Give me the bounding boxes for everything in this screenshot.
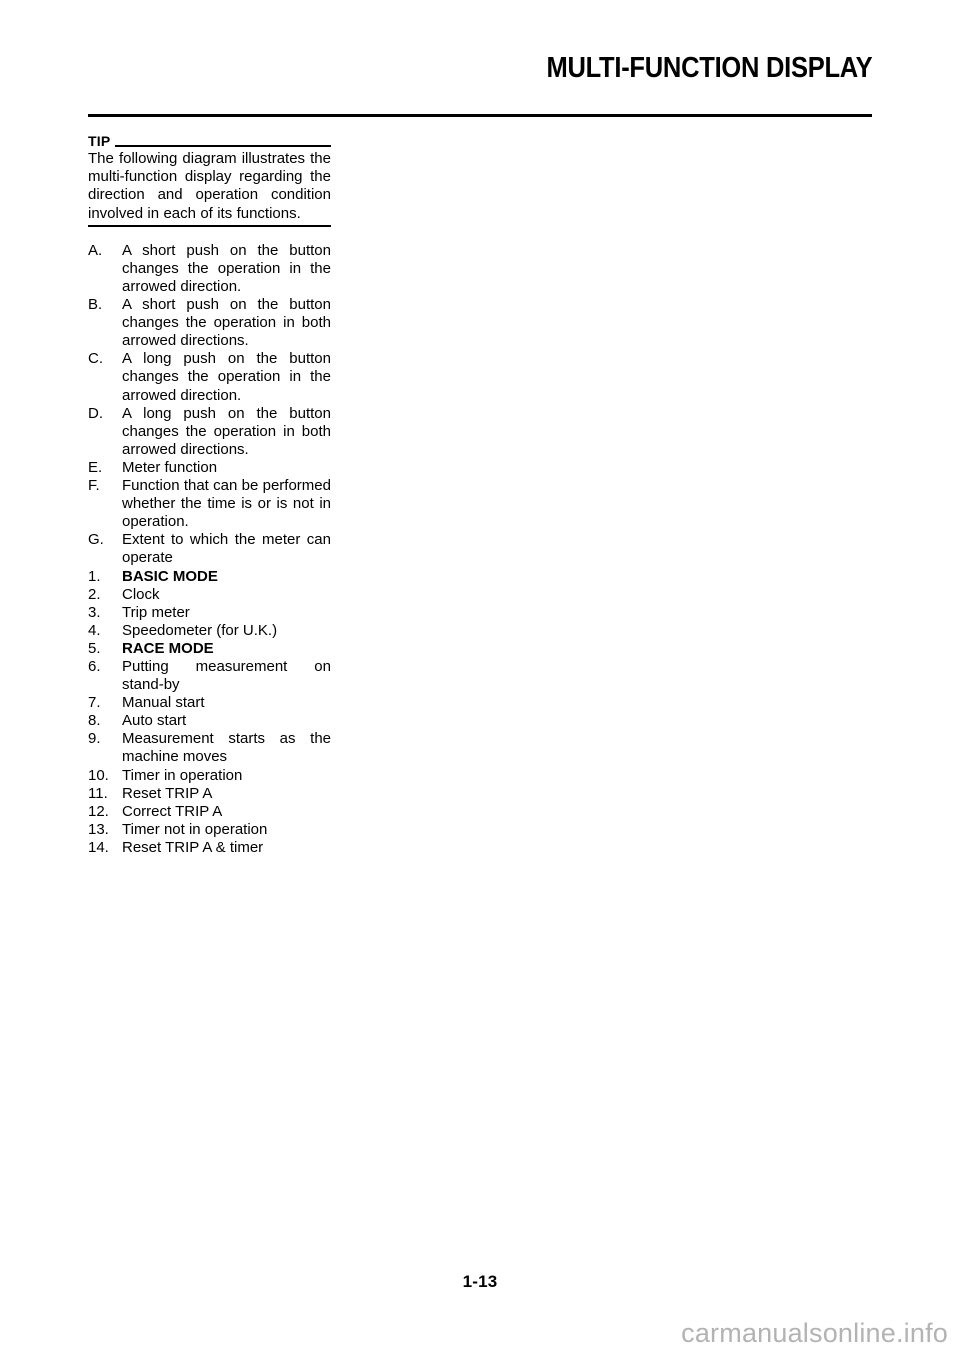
list-item: 13. Timer not in operation bbox=[88, 821, 331, 839]
tip-footer-rule bbox=[88, 224, 331, 227]
header-divider bbox=[88, 114, 872, 117]
list-item: G. Extent to which the meter can operate bbox=[88, 531, 331, 567]
numbered_items-marker: 12. bbox=[88, 802, 109, 820]
numbered_items-marker: 7. bbox=[88, 694, 101, 712]
numbered-reference-list: 1. BASIC MODE 2. Clock 3. Trip meter 4. Speedom… bbox=[88, 568, 331, 858]
numbered_items-text: Correct TRIP A bbox=[122, 802, 223, 820]
alpha_items-marker: F. bbox=[88, 477, 100, 495]
numbered_items-text: Reset TRIP A & timer bbox=[122, 838, 264, 856]
alpha_items-marker: C. bbox=[88, 350, 103, 368]
numbered_items-text: Clock bbox=[122, 585, 160, 603]
list-item: 1. BASIC MODE bbox=[88, 568, 331, 586]
numbered_items-text: Trip meter bbox=[122, 603, 190, 621]
numbered_items-marker: 11. bbox=[88, 784, 108, 802]
numbered_items-marker: 3. bbox=[88, 603, 101, 621]
alpha_items-marker: E. bbox=[88, 458, 103, 476]
tip-header-rule bbox=[115, 145, 331, 147]
list-item: B. A short push on the button changes the… bbox=[88, 296, 331, 350]
list-item: 3. Trip meter bbox=[88, 604, 331, 622]
site-watermark: carmanualsonline.info bbox=[681, 1318, 948, 1348]
alpha_items-text: Meter function bbox=[122, 458, 218, 476]
numbered_items-text: Measurement starts as the machine moves bbox=[122, 730, 331, 766]
numbered_items-text: Timer in operation bbox=[122, 766, 243, 784]
numbered_items-text: Reset TRIP A bbox=[122, 784, 213, 802]
numbered_items-text: Auto start bbox=[122, 712, 187, 730]
numbered_items-text: BASIC MODE bbox=[122, 567, 218, 585]
list-item: E. Meter function bbox=[88, 459, 331, 477]
numbered_items-marker: 6. bbox=[88, 657, 101, 675]
numbered_items-text: Timer not in operation bbox=[122, 820, 268, 838]
list-item: A. A short push on the button changes the… bbox=[88, 242, 331, 296]
numbered_items-marker: 8. bbox=[88, 712, 101, 730]
numbered_items-marker: 14. bbox=[88, 838, 109, 856]
alpha_items-marker: A. bbox=[88, 241, 103, 259]
tip-block: TIP The following diagram illustrates th… bbox=[88, 131, 331, 227]
alpha_items-text: A long push on the button changes the op… bbox=[122, 350, 331, 404]
numbered_items-marker: 4. bbox=[88, 621, 101, 639]
numbered_items-marker: 13. bbox=[88, 820, 109, 838]
page-number: 1-13 bbox=[462, 1272, 498, 1291]
numbered_items-text: RACE MODE bbox=[122, 639, 214, 657]
numbered_items-text: Speedometer (for U.K.) bbox=[122, 621, 278, 639]
tip-label: TIP bbox=[88, 133, 111, 149]
alpha_items-text: Extent to which the meter can operate bbox=[122, 531, 331, 567]
numbered_items-marker: 2. bbox=[88, 585, 101, 603]
numbered_items-text: Manual start bbox=[122, 694, 205, 712]
page-header: MULTI-FUNCTION DISPLAY bbox=[0, 0, 960, 130]
page-title: MULTI-FUNCTION DISPLAY bbox=[546, 52, 872, 84]
list-item: 6. Putting measurement on stand-by bbox=[88, 658, 331, 694]
list-item: 11. Reset TRIP A bbox=[88, 785, 331, 803]
content-column: TIP The following diagram illustrates th… bbox=[88, 131, 331, 857]
list-item: 2. Clock bbox=[88, 586, 331, 604]
list-item: 12. Correct TRIP A bbox=[88, 803, 331, 821]
numbered_items-marker: 1. bbox=[88, 567, 101, 585]
list-item: C. A long push on the button changes the … bbox=[88, 350, 331, 404]
list-item: F. Function that can be performed whether… bbox=[88, 477, 331, 531]
list-item: 7. Manual start bbox=[88, 694, 331, 712]
list-item: 10. Timer in operation bbox=[88, 767, 331, 785]
alpha_items-text: A long push on the button changes the op… bbox=[122, 404, 331, 458]
list-item: 5. RACE MODE bbox=[88, 640, 331, 658]
tip-body-text: The following diagram illustrates the mu… bbox=[88, 150, 331, 222]
alpha_items-text: Function that can be performed whether t… bbox=[122, 477, 331, 531]
alpha_items-marker: D. bbox=[88, 404, 103, 422]
alpha-reference-list: A. A short push on the button changes the… bbox=[88, 242, 331, 568]
tip-header: TIP bbox=[88, 131, 331, 149]
list-item: D. A long push on the button changes the … bbox=[88, 405, 331, 459]
list-item: 8. Auto start bbox=[88, 712, 331, 730]
alpha_items-text: A short push on the button changes the o… bbox=[122, 296, 331, 350]
alpha_items-marker: B. bbox=[88, 296, 103, 314]
list-item: 4. Speedometer (for U.K.) bbox=[88, 622, 331, 640]
alpha_items-text: A short push on the button changes the o… bbox=[122, 241, 331, 295]
numbered_items-marker: 5. bbox=[88, 639, 101, 657]
list-item: 9. Measurement starts as the machine move… bbox=[88, 730, 331, 766]
numbered_items-marker: 10. bbox=[88, 766, 109, 784]
alpha_items-marker: G. bbox=[88, 531, 104, 549]
numbered_items-marker: 9. bbox=[88, 730, 101, 748]
list-item: 14. Reset TRIP A & timer bbox=[88, 839, 331, 857]
numbered_items-text: Putting measurement on stand-by bbox=[122, 657, 331, 694]
